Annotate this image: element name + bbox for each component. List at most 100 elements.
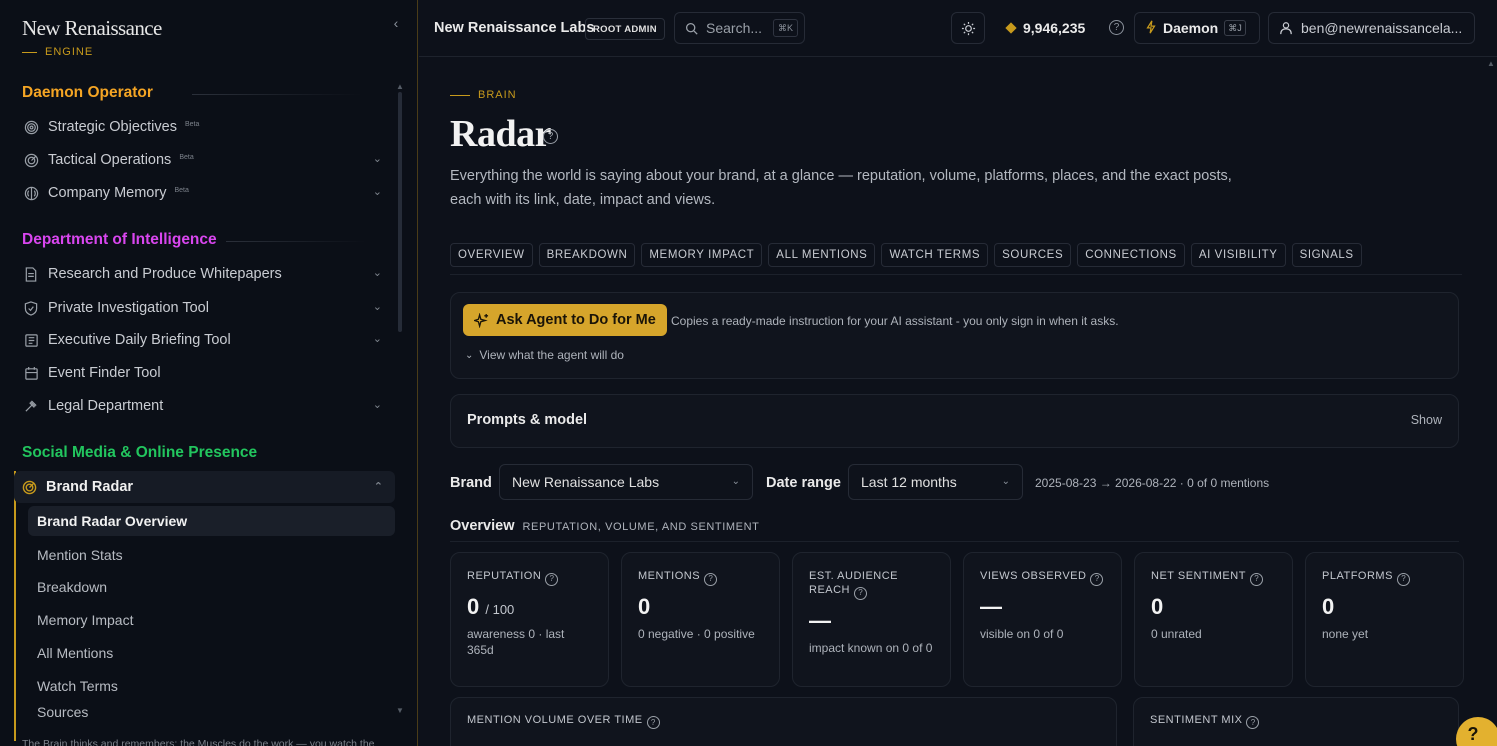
help-icon[interactable]: ? bbox=[1109, 20, 1124, 35]
sidebar-subitem-mention-stats[interactable]: Mention Stats bbox=[28, 540, 395, 570]
help-icon[interactable]: ? bbox=[1246, 716, 1260, 729]
sidebar-item-label: Brand Radar bbox=[46, 479, 134, 495]
date-range-label: Date range bbox=[766, 475, 841, 491]
scroll-up-icon[interactable]: ▲ bbox=[396, 82, 404, 91]
sidebar-subitem-memory-impact[interactable]: Memory Impact bbox=[28, 605, 395, 635]
scroll-down-icon[interactable]: ▼ bbox=[396, 706, 404, 715]
stat-card-net-sentiment: NET SENTIMENT? 0 0 unrated bbox=[1134, 552, 1293, 687]
overview-heading: Overview REPUTATION, VOLUME, AND SENTIME… bbox=[450, 518, 759, 534]
chevron-down-icon[interactable]: ⌄ bbox=[373, 266, 382, 279]
date-range-value: Last 12 months bbox=[861, 474, 957, 490]
sidebar-item-label: Strategic Objectives bbox=[48, 119, 177, 135]
search-input[interactable]: Search... ⌘K bbox=[674, 12, 805, 44]
prompts-show-toggle[interactable]: Show bbox=[1411, 413, 1442, 427]
stat-card-audience-reach: EST. AUDIENCE REACH? — impact known on 0… bbox=[792, 552, 951, 687]
sidebar-subitem-sources[interactable]: Sources bbox=[28, 704, 395, 720]
gavel-icon bbox=[22, 397, 40, 415]
user-icon bbox=[1279, 21, 1293, 35]
view-agent-steps-label: View what the agent will do bbox=[479, 348, 624, 362]
ask-agent-button[interactable]: Ask Agent to Do for Me bbox=[463, 304, 667, 336]
sidebar-scrollbar[interactable] bbox=[398, 92, 402, 332]
beta-badge: Beta bbox=[179, 153, 194, 161]
role-badge: ROOT ADMIN bbox=[585, 18, 665, 40]
sidebar-item-legal[interactable]: Legal Department ⌄ bbox=[22, 394, 388, 418]
stat-label-text: MENTIONS bbox=[638, 570, 701, 582]
chevron-down-icon[interactable]: ⌄ bbox=[373, 332, 382, 345]
section-title-text: Department of Intelligence bbox=[22, 231, 217, 248]
stat-subtext: awareness 0 · last 365d bbox=[467, 626, 565, 657]
sidebar-item-tactical-operations[interactable]: Tactical Operations Beta ⌄ bbox=[22, 148, 388, 172]
view-agent-steps-toggle[interactable]: ⌄ View what the agent will do bbox=[465, 348, 624, 362]
stat-value: 0 bbox=[1322, 593, 1335, 619]
tab-sources[interactable]: SOURCES bbox=[994, 243, 1072, 267]
stat-label: REPUTATION? bbox=[467, 569, 592, 586]
chart-title-text: SENTIMENT MIX bbox=[1150, 714, 1243, 726]
stat-label-text: NET SENTIMENT bbox=[1151, 570, 1246, 582]
chevron-down-icon[interactable]: ⌄ bbox=[373, 300, 382, 313]
sidebar-subitem-all-mentions[interactable]: All Mentions bbox=[28, 638, 395, 668]
mention-volume-chart-card: MENTION VOLUME OVER TIME? bbox=[450, 697, 1117, 746]
tab-signals[interactable]: SIGNALS bbox=[1291, 243, 1362, 267]
main-scrollbar[interactable]: ▲ bbox=[1487, 57, 1495, 746]
sidebar-subitem-watch-terms[interactable]: Watch Terms bbox=[28, 671, 395, 701]
tab-all-mentions[interactable]: ALL MENTIONS bbox=[768, 243, 876, 267]
brand-select[interactable]: New Renaissance Labs ⌄ bbox=[499, 464, 753, 500]
sidebar-item-brand-radar[interactable]: Brand Radar ⌃ bbox=[14, 471, 395, 503]
tab-ai-visibility[interactable]: AI VISIBILITY bbox=[1190, 243, 1286, 267]
sidebar-item-private-investigation[interactable]: Private Investigation Tool ⌄ bbox=[22, 296, 388, 320]
credits-value: 9,946,235 bbox=[1023, 20, 1086, 36]
sidebar-item-event-finder[interactable]: Event Finder Tool bbox=[22, 361, 388, 385]
chevron-up-icon[interactable]: ⌃ bbox=[374, 480, 383, 493]
theme-toggle-button[interactable] bbox=[951, 12, 985, 44]
help-icon[interactable]: ? bbox=[704, 572, 718, 586]
overview-title: Overview bbox=[450, 518, 515, 534]
page-title: Radar bbox=[450, 113, 551, 155]
collapse-sidebar-icon[interactable]: ‹ bbox=[388, 15, 404, 31]
section-title-social: Social Media & Online Presence bbox=[22, 444, 257, 462]
date-range-select[interactable]: Last 12 months ⌄ bbox=[848, 464, 1023, 500]
user-email: ben@newrenaissancela... bbox=[1301, 20, 1463, 36]
help-icon[interactable]: ? bbox=[854, 586, 868, 600]
org-name[interactable]: New Renaissance Labs bbox=[434, 20, 594, 36]
logo[interactable]: New Renaissance ENGINE bbox=[22, 16, 162, 58]
sidebar-item-whitepapers[interactable]: Research and Produce Whitepapers ⌄ bbox=[22, 262, 388, 286]
chevron-down-icon[interactable]: ⌄ bbox=[373, 185, 382, 198]
stats-row: REPUTATION? 0 / 100 awareness 0 · last 3… bbox=[450, 552, 1464, 687]
daemon-shortcut: ⌘J bbox=[1224, 20, 1246, 36]
help-icon[interactable]: ? bbox=[1396, 572, 1410, 586]
tab-overview[interactable]: OVERVIEW bbox=[450, 243, 533, 267]
sidebar-item-strategic-objectives[interactable]: Strategic Objectives Beta bbox=[22, 115, 388, 139]
sidebar-subitem-brand-radar-overview[interactable]: Brand Radar Overview bbox=[28, 506, 395, 536]
credits-balance[interactable]: 9,946,235 bbox=[1005, 20, 1086, 36]
date-range-summary: 2025-08-23 → 2026-08-22 · 0 of 0 mention… bbox=[1035, 476, 1270, 490]
help-icon[interactable]: ? bbox=[1090, 572, 1104, 586]
help-icon[interactable]: ? bbox=[646, 716, 660, 729]
daemon-button[interactable]: Daemon ⌘J bbox=[1134, 12, 1260, 44]
tab-watch-terms[interactable]: WATCH TERMS bbox=[881, 243, 989, 267]
sidebar-item-company-memory[interactable]: Company Memory Beta ⌄ bbox=[22, 181, 388, 205]
search-shortcut: ⌘K bbox=[772, 19, 798, 37]
stat-subtext: 0 unrated bbox=[1151, 626, 1202, 641]
tab-memory-impact[interactable]: MEMORY IMPACT bbox=[641, 243, 763, 267]
help-icon[interactable]: ? bbox=[545, 572, 559, 586]
scroll-up-icon[interactable]: ▲ bbox=[1487, 59, 1495, 68]
logo-subtitle: ENGINE bbox=[22, 46, 162, 58]
sidebar-subitem-breakdown[interactable]: Breakdown bbox=[28, 572, 395, 602]
sidebar-item-daily-briefing[interactable]: Executive Daily Briefing Tool ⌄ bbox=[22, 328, 388, 352]
chevron-down-icon[interactable]: ⌄ bbox=[373, 152, 382, 165]
user-menu-button[interactable]: ben@newrenaissancela... bbox=[1268, 12, 1475, 44]
diamond-icon bbox=[1005, 22, 1017, 34]
radar-icon bbox=[20, 478, 38, 496]
chat-icon: ? bbox=[1467, 723, 1479, 744]
help-icon[interactable]: ? bbox=[543, 129, 558, 144]
tab-breakdown[interactable]: BREAKDOWN bbox=[538, 243, 636, 267]
sidebar-footer-text: The Brain thinks and remembers; the Musc… bbox=[22, 738, 375, 746]
stat-value-number: 0 bbox=[467, 593, 480, 619]
sidebar-item-label: Private Investigation Tool bbox=[48, 300, 209, 316]
stat-card-mentions: MENTIONS? 0 0 negative · 0 positive bbox=[621, 552, 780, 687]
tab-connections[interactable]: CONNECTIONS bbox=[1077, 243, 1185, 267]
chevron-down-icon[interactable]: ⌄ bbox=[373, 398, 382, 411]
stat-label: VIEWS OBSERVED? bbox=[980, 569, 1105, 586]
help-icon[interactable]: ? bbox=[1249, 572, 1263, 586]
prompts-card[interactable]: Prompts & model Show bbox=[450, 394, 1459, 448]
